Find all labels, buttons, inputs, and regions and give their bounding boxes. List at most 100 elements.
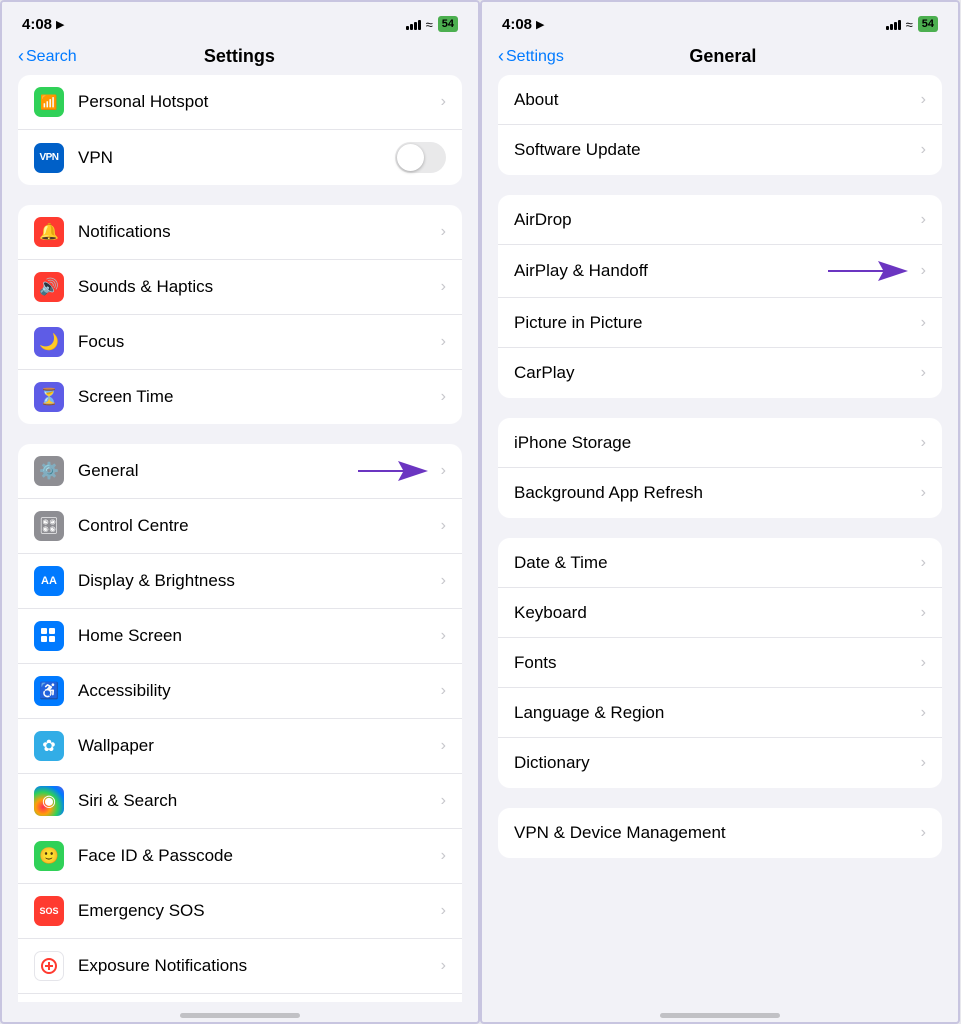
row-siri[interactable]: ◉ Siri & Search › bbox=[18, 774, 462, 829]
faceid-icon: 🙂 bbox=[34, 841, 64, 871]
row-faceid[interactable]: 🙂 Face ID & Passcode › bbox=[18, 829, 462, 884]
background-refresh-label: Background App Refresh bbox=[514, 483, 921, 503]
page-title-right: General bbox=[564, 46, 882, 67]
row-screen-time[interactable]: ⏳ Screen Time › bbox=[18, 370, 462, 424]
row-emergency[interactable]: SOS Emergency SOS › bbox=[18, 884, 462, 939]
siri-label: Siri & Search bbox=[78, 791, 441, 811]
notifications-icon: 🔔 bbox=[34, 217, 64, 247]
wallpaper-label: Wallpaper bbox=[78, 736, 441, 756]
control-centre-icon: 🎛 bbox=[34, 511, 64, 541]
fonts-label: Fonts bbox=[514, 653, 921, 673]
row-battery[interactable]: 🔋 Battery › bbox=[18, 994, 462, 1002]
row-airdrop[interactable]: AirDrop › bbox=[498, 195, 942, 245]
row-iphone-storage[interactable]: iPhone Storage › bbox=[498, 418, 942, 468]
time-right: 4:08 bbox=[502, 16, 532, 33]
notifications-label: Notifications bbox=[78, 222, 441, 242]
airdrop-label: AirDrop bbox=[514, 210, 921, 230]
vpn-label: VPN bbox=[78, 148, 387, 168]
row-background-refresh[interactable]: Background App Refresh › bbox=[498, 468, 942, 518]
date-time-label: Date & Time bbox=[514, 553, 921, 573]
row-accessibility[interactable]: ♿ Accessibility › bbox=[18, 664, 462, 719]
focus-icon: 🌙 bbox=[34, 327, 64, 357]
status-icons-left: ≈ 54 bbox=[406, 16, 458, 32]
right-phone-screen: 4:08 ▶ ≈ 54 ‹ Settings General About bbox=[480, 0, 960, 1024]
exposure-label: Exposure Notifications bbox=[78, 956, 441, 976]
nav-bar-left: ‹ Search Settings bbox=[2, 42, 478, 75]
settings-group-storage: iPhone Storage › Background App Refresh … bbox=[498, 418, 942, 518]
emergency-icon: SOS bbox=[34, 896, 64, 926]
personal-hotspot-chevron: › bbox=[441, 93, 446, 111]
row-notifications[interactable]: 🔔 Notifications › bbox=[18, 205, 462, 260]
location-icon-right: ▶ bbox=[536, 18, 544, 31]
screen-time-icon: ⏳ bbox=[34, 382, 64, 412]
row-personal-hotspot[interactable]: 📶 Personal Hotspot › bbox=[18, 75, 462, 130]
accessibility-icon: ♿ bbox=[34, 676, 64, 706]
battery-left: 54 bbox=[438, 16, 458, 32]
focus-label: Focus bbox=[78, 332, 441, 352]
back-chevron-right: ‹ bbox=[498, 46, 504, 67]
row-carplay[interactable]: CarPlay › bbox=[498, 348, 942, 398]
vpn-device-label: VPN & Device Management bbox=[514, 823, 921, 843]
signal-left bbox=[406, 18, 421, 30]
airplay-arrow bbox=[823, 257, 913, 285]
row-vpn-device[interactable]: VPN & Device Management › bbox=[498, 808, 942, 858]
iphone-storage-label: iPhone Storage bbox=[514, 433, 921, 453]
row-vpn[interactable]: VPN VPN bbox=[18, 130, 462, 185]
row-airplay-handoff[interactable]: AirPlay & Handoff › bbox=[498, 245, 942, 298]
vpn-toggle[interactable] bbox=[395, 142, 446, 173]
back-label-left: Search bbox=[26, 48, 77, 66]
row-display[interactable]: AA Display & Brightness › bbox=[18, 554, 462, 609]
status-bar-left: 4:08 ▶ ≈ 54 bbox=[2, 2, 478, 42]
settings-group-notifications: 🔔 Notifications › 🔊 Sounds & Haptics › 🌙… bbox=[18, 205, 462, 424]
exposure-icon bbox=[34, 951, 64, 981]
personal-hotspot-icon: 📶 bbox=[34, 87, 64, 117]
siri-icon: ◉ bbox=[34, 786, 64, 816]
row-sounds[interactable]: 🔊 Sounds & Haptics › bbox=[18, 260, 462, 315]
back-button-right[interactable]: ‹ Settings bbox=[498, 46, 564, 67]
row-dictionary[interactable]: Dictionary › bbox=[498, 738, 942, 788]
time-left: 4:08 bbox=[22, 16, 52, 33]
keyboard-label: Keyboard bbox=[514, 603, 921, 623]
software-update-label: Software Update bbox=[514, 140, 921, 160]
status-icons-right: ≈ 54 bbox=[886, 16, 938, 32]
settings-list-right[interactable]: About › Software Update › AirDrop › AirP… bbox=[482, 75, 958, 1002]
row-general[interactable]: ⚙️ General › bbox=[18, 444, 462, 499]
back-label-right: Settings bbox=[506, 48, 564, 66]
row-wallpaper[interactable]: ✿ Wallpaper › bbox=[18, 719, 462, 774]
display-label: Display & Brightness bbox=[78, 571, 441, 591]
settings-list-left[interactable]: 📶 Personal Hotspot › VPN VPN 🔔 Notificat… bbox=[2, 75, 478, 1002]
sounds-label: Sounds & Haptics bbox=[78, 277, 441, 297]
faceid-label: Face ID & Passcode bbox=[78, 846, 441, 866]
row-pip[interactable]: Picture in Picture › bbox=[498, 298, 942, 348]
emergency-label: Emergency SOS bbox=[78, 901, 441, 921]
wallpaper-icon: ✿ bbox=[34, 731, 64, 761]
row-date-time[interactable]: Date & Time › bbox=[498, 538, 942, 588]
row-software-update[interactable]: Software Update › bbox=[498, 125, 942, 175]
accessibility-label: Accessibility bbox=[78, 681, 441, 701]
home-indicator-right bbox=[482, 1002, 958, 1022]
home-screen-icon bbox=[34, 621, 64, 651]
row-fonts[interactable]: Fonts › bbox=[498, 638, 942, 688]
settings-group-about: About › Software Update › bbox=[498, 75, 942, 175]
row-keyboard[interactable]: Keyboard › bbox=[498, 588, 942, 638]
page-title-left: Settings bbox=[77, 46, 402, 67]
settings-group-vpn-device: VPN & Device Management › bbox=[498, 808, 942, 858]
row-exposure[interactable]: Exposure Notifications › bbox=[18, 939, 462, 994]
wifi-right: ≈ bbox=[906, 17, 913, 32]
row-about[interactable]: About › bbox=[498, 75, 942, 125]
battery-right: 54 bbox=[918, 16, 938, 32]
row-language[interactable]: Language & Region › bbox=[498, 688, 942, 738]
status-bar-right: 4:08 ▶ ≈ 54 bbox=[482, 2, 958, 42]
control-centre-label: Control Centre bbox=[78, 516, 441, 536]
settings-group-datetime: Date & Time › Keyboard › Fonts › Languag… bbox=[498, 538, 942, 788]
home-indicator-left bbox=[2, 1002, 478, 1022]
row-home-screen[interactable]: Home Screen › bbox=[18, 609, 462, 664]
dictionary-label: Dictionary bbox=[514, 753, 921, 773]
left-phone-screen: 4:08 ▶ ≈ 54 ‹ Search Settings bbox=[0, 0, 480, 1024]
pip-label: Picture in Picture bbox=[514, 313, 921, 333]
row-focus[interactable]: 🌙 Focus › bbox=[18, 315, 462, 370]
back-button-left[interactable]: ‹ Search bbox=[18, 46, 77, 67]
row-control-centre[interactable]: 🎛 Control Centre › bbox=[18, 499, 462, 554]
carplay-label: CarPlay bbox=[514, 363, 921, 383]
screen-time-label: Screen Time bbox=[78, 387, 441, 407]
